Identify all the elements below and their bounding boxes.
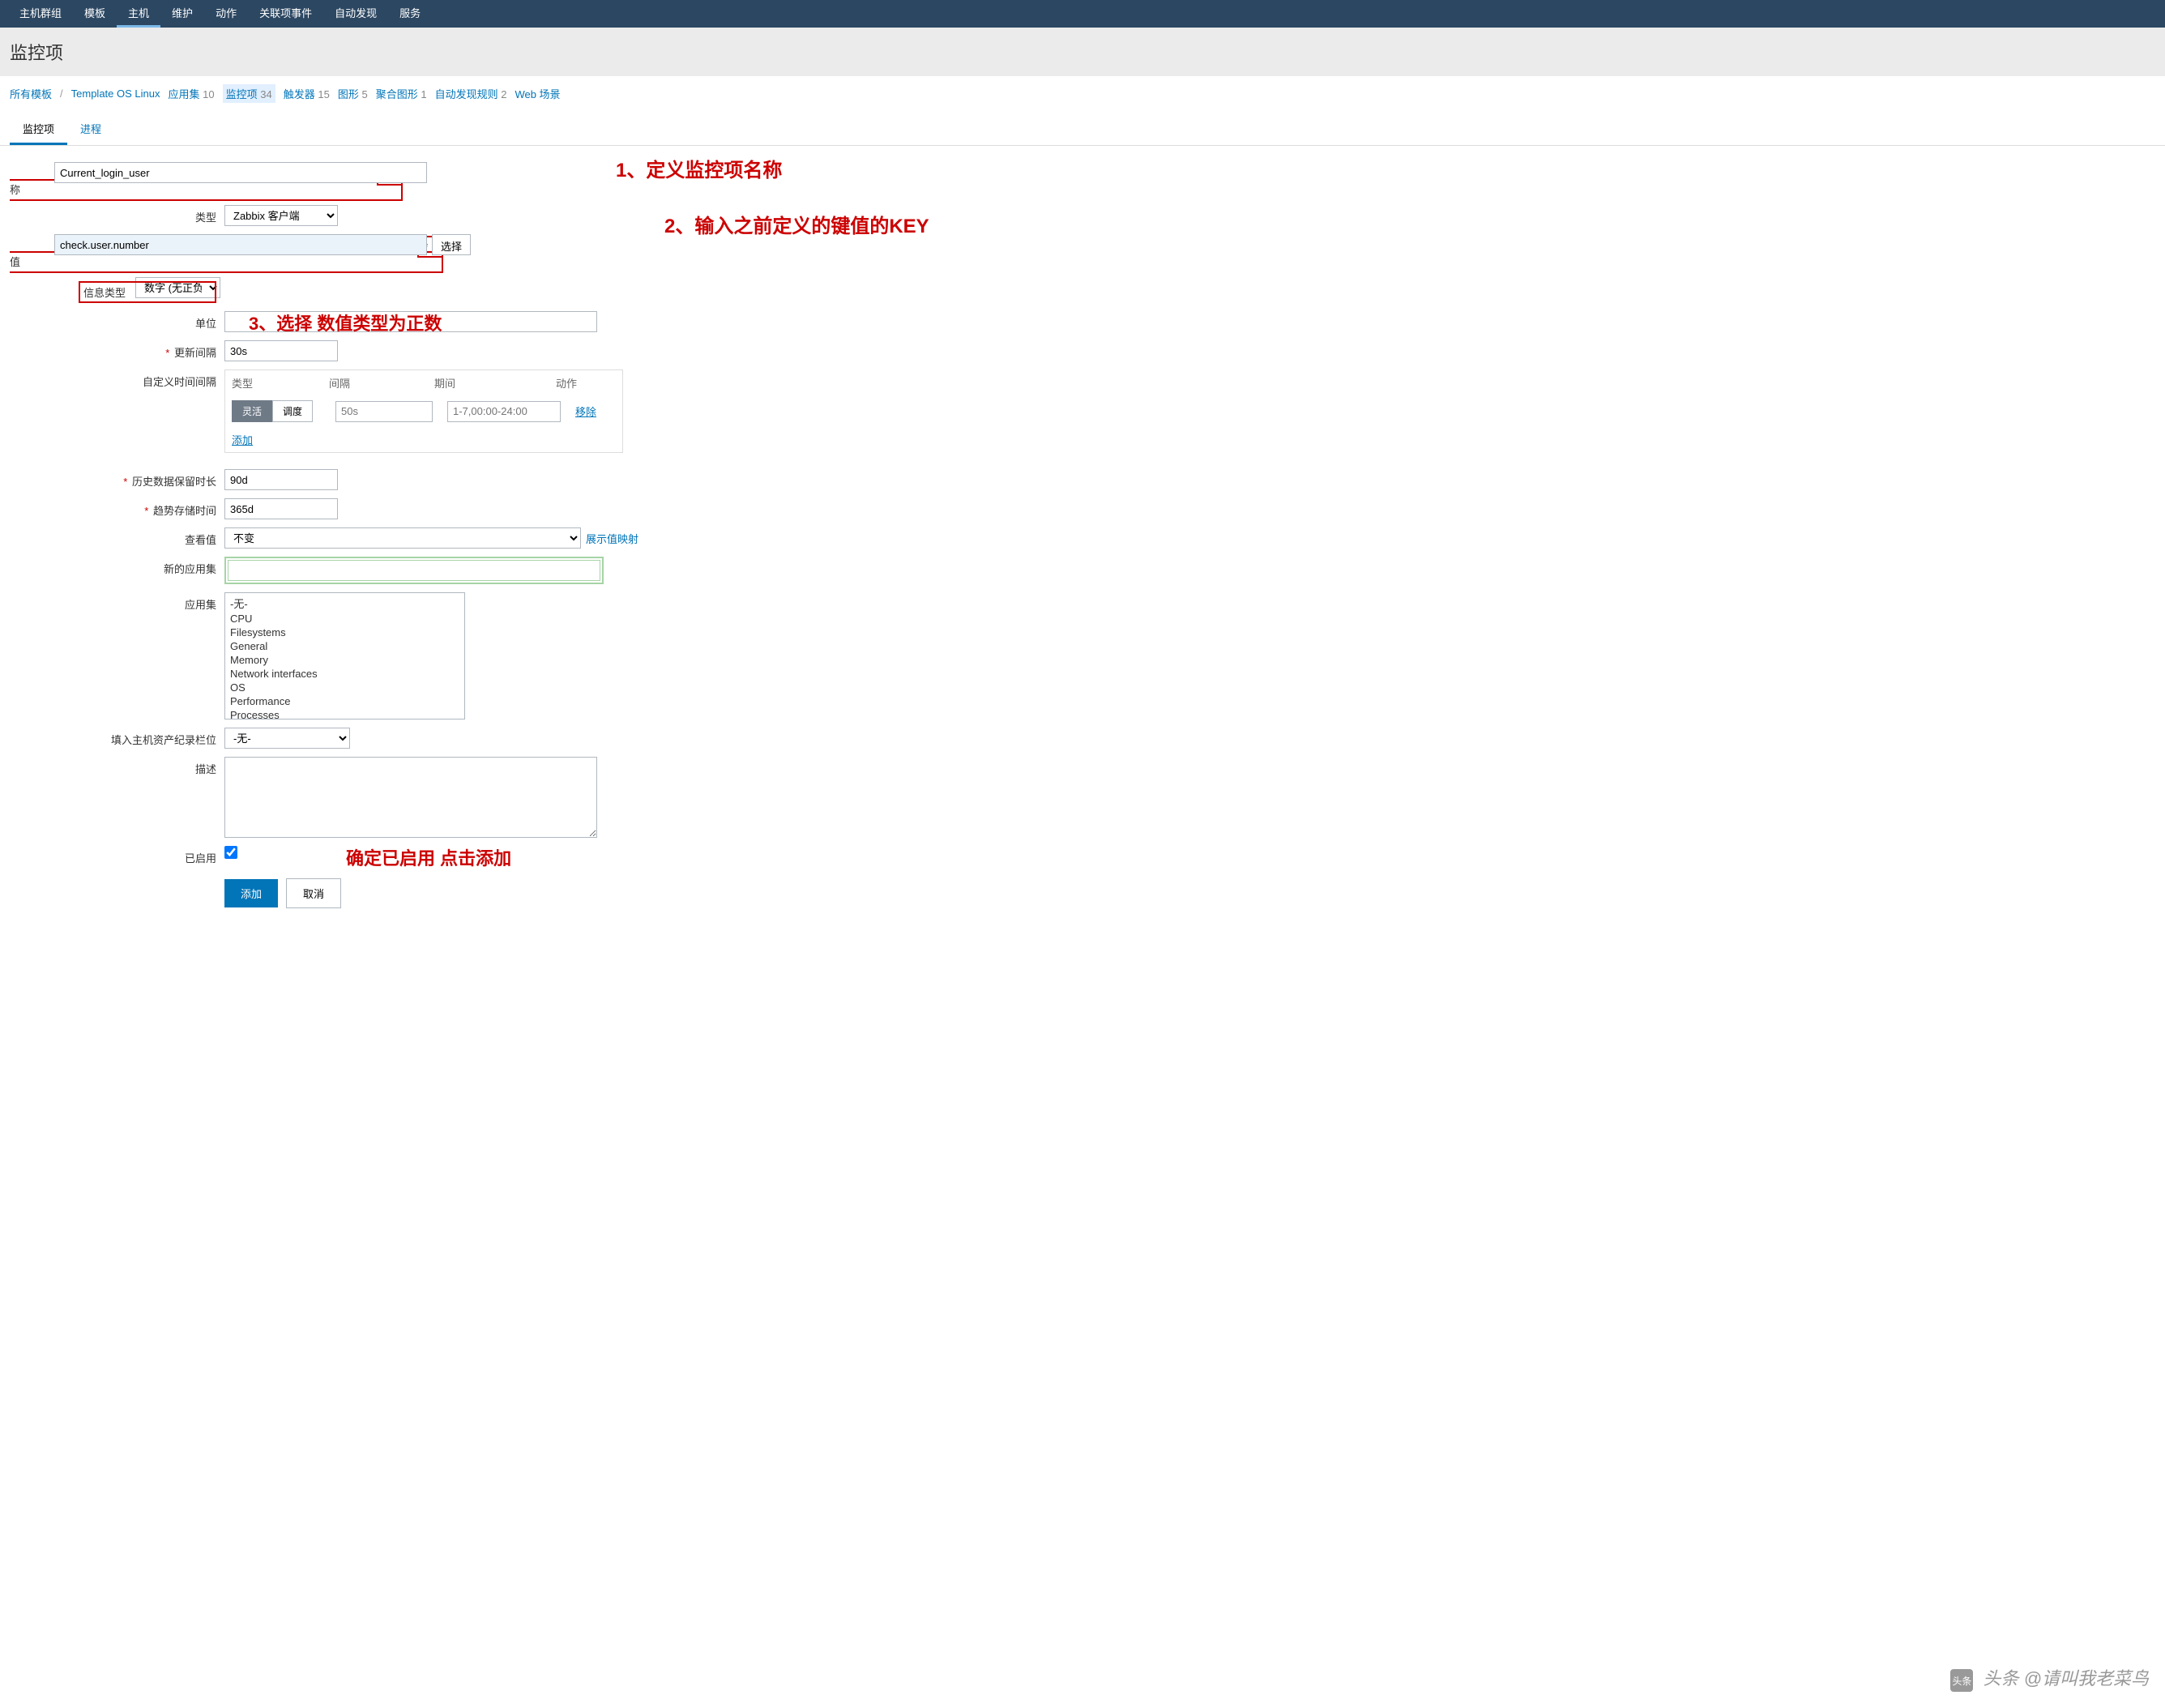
tab-item[interactable]: 监控项 — [10, 114, 67, 145]
required-marker: * — [165, 347, 169, 359]
appset-option-performance[interactable]: Performance — [227, 694, 463, 708]
unit-label: 单位 — [10, 311, 224, 331]
nav-hostgroups[interactable]: 主机群组 — [8, 0, 73, 28]
appset-select[interactable]: -无- CPU Filesystems General Memory Netwo… — [224, 592, 465, 719]
breadcrumb-all-templates[interactable]: 所有模板 — [10, 86, 52, 101]
breadcrumb: 所有模板 / Template OS Linux 应用集 10 监控项 34 触… — [0, 76, 2165, 111]
appset-option-processes[interactable]: Processes — [227, 708, 463, 719]
annotation-2: 2、输入之前定义的键值的KEY — [664, 211, 964, 244]
breadcrumb-template-name[interactable]: Template OS Linux — [71, 88, 160, 100]
watermark: 头条 头条 @请叫我老菜鸟 — [1950, 1664, 2149, 1693]
appset-label: 应用集 — [10, 592, 224, 612]
top-navigation: 主机群组 模板 主机 维护 动作 关联项事件 自动发现 服务 — [0, 0, 2165, 28]
interval-type-flexible-button[interactable]: 灵活 — [232, 400, 272, 422]
type-label: 类型 — [10, 205, 224, 224]
breadcrumb-applications-count: 10 — [203, 88, 214, 100]
cancel-button[interactable]: 取消 — [286, 878, 341, 908]
breadcrumb-graphs-count: 5 — [361, 88, 367, 100]
show-value-map-link[interactable]: 展示值映射 — [586, 531, 638, 546]
show-value-select[interactable]: 不变 — [224, 527, 581, 549]
breadcrumb-items-count: 34 — [260, 88, 271, 100]
appset-option-memory[interactable]: Memory — [227, 653, 463, 667]
new-appset-input[interactable] — [228, 560, 600, 581]
breadcrumb-discovery-rules-count: 2 — [501, 88, 506, 100]
key-input[interactable] — [54, 234, 427, 255]
update-interval-label: 更新间隔 — [174, 347, 216, 359]
interval-add-link[interactable]: 添加 — [232, 434, 253, 446]
name-input[interactable] — [54, 162, 427, 183]
enabled-label: 已启用 — [10, 846, 224, 865]
interval-remove-link[interactable]: 移除 — [575, 406, 596, 418]
trend-input[interactable] — [224, 498, 338, 519]
nav-templates[interactable]: 模板 — [73, 0, 117, 28]
interval-header-action: 动作 — [556, 375, 596, 391]
interval-header-period: 期间 — [434, 375, 556, 391]
history-label: 历史数据保留时长 — [132, 476, 216, 488]
show-value-label: 查看值 — [10, 527, 224, 547]
interval-value-input[interactable] — [335, 401, 433, 422]
update-interval-input[interactable] — [224, 340, 338, 361]
interval-period-input[interactable] — [447, 401, 561, 422]
subtabs: 监控项 进程 — [0, 114, 2165, 146]
breadcrumb-screens-count: 1 — [421, 88, 426, 100]
trend-label-cell: * 趋势存储时间 — [10, 498, 224, 518]
inventory-label: 填入主机资产纪录栏位 — [10, 728, 224, 747]
required-marker: * — [123, 476, 127, 488]
breadcrumb-triggers-count: 15 — [318, 88, 329, 100]
nav-services[interactable]: 服务 — [388, 0, 432, 28]
appset-option-general[interactable]: General — [227, 639, 463, 653]
annotation-1: 1、定义监控项名称 — [616, 154, 782, 182]
enabled-checkbox[interactable] — [224, 846, 237, 859]
nav-maintenance[interactable]: 维护 — [160, 0, 204, 28]
interval-table: 类型 间隔 期间 动作 灵活 调度 — [224, 369, 623, 453]
page-title: 监控项 — [0, 28, 2165, 76]
update-interval-label-cell: * 更新间隔 — [10, 340, 224, 360]
breadcrumb-triggers[interactable]: 触发器 — [284, 88, 315, 100]
required-marker: * — [144, 505, 148, 517]
interval-header-type: 类型 — [232, 375, 329, 391]
info-type-label-cell: 信息类型 — [10, 277, 224, 303]
breadcrumb-items[interactable]: 监控项 — [226, 88, 258, 100]
interval-header-interval: 间隔 — [329, 375, 434, 391]
breadcrumb-graphs[interactable]: 图形 — [338, 88, 359, 100]
key-select-button[interactable]: 选择 — [432, 234, 471, 255]
trend-label: 趋势存储时间 — [153, 505, 216, 517]
appset-option-filesystems[interactable]: Filesystems — [227, 626, 463, 639]
inventory-select[interactable]: -无- — [224, 728, 350, 749]
custom-interval-label: 自定义时间间隔 — [10, 369, 224, 389]
info-type-label: 信息类型 — [83, 284, 126, 300]
appset-option-cpu[interactable]: CPU — [227, 612, 463, 626]
history-label-cell: * 历史数据保留时长 — [10, 469, 224, 489]
annotation-4: 确定已启用 点击添加 — [346, 844, 511, 870]
breadcrumb-web-scenarios[interactable]: Web 场景 — [515, 86, 560, 101]
nav-actions[interactable]: 动作 — [204, 0, 248, 28]
watermark-icon: 头条 — [1950, 1669, 1973, 1692]
breadcrumb-discovery-rules[interactable]: 自动发现规则 — [435, 88, 498, 100]
appset-option-os[interactable]: OS — [227, 681, 463, 694]
type-select[interactable]: Zabbix 客户端 — [224, 205, 338, 226]
add-button[interactable]: 添加 — [224, 879, 278, 907]
new-appset-label: 新的应用集 — [10, 557, 224, 576]
breadcrumb-applications[interactable]: 应用集 — [168, 88, 199, 100]
history-input[interactable] — [224, 469, 338, 490]
tab-process[interactable]: 进程 — [67, 114, 114, 145]
desc-label: 描述 — [10, 757, 224, 776]
desc-textarea[interactable] — [224, 757, 597, 838]
nav-hosts[interactable]: 主机 — [117, 0, 160, 28]
appset-option-network[interactable]: Network interfaces — [227, 667, 463, 681]
form-area: 1、定义监控项名称 2、输入之前定义的键值的KEY * 名称 类型 Zabbix… — [0, 146, 2165, 933]
appset-option-none[interactable]: -无- — [227, 595, 463, 612]
interval-type-scheduling-button[interactable]: 调度 — [272, 400, 313, 422]
nav-discovery[interactable]: 自动发现 — [323, 0, 388, 28]
annotation-3: 3、选择 数值类型为正数 — [249, 310, 442, 335]
breadcrumb-separator: / — [60, 88, 63, 100]
breadcrumb-screens[interactable]: 聚合图形 — [376, 88, 418, 100]
nav-correlation[interactable]: 关联项事件 — [248, 0, 323, 28]
